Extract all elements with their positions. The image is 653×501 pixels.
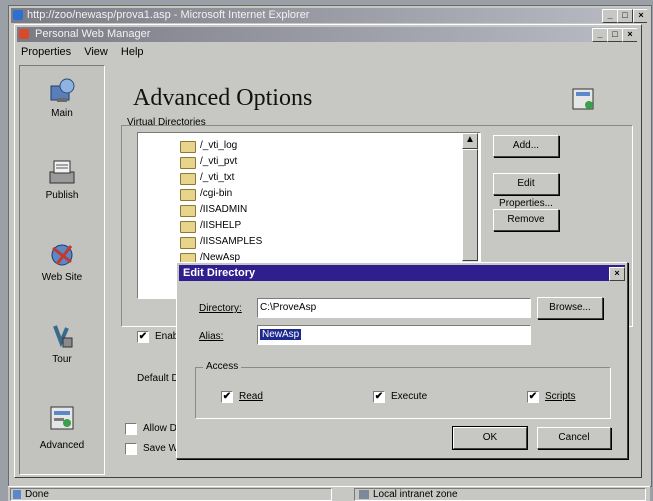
- directory-input-value: C:\ProveAsp: [260, 302, 317, 313]
- read-label: Read: [239, 391, 263, 402]
- save-log-label: Save W: [143, 443, 179, 454]
- execute-label: Execute: [391, 391, 428, 402]
- save-log-checkbox[interactable]: [125, 443, 137, 455]
- add-button-label: Add...: [512, 140, 540, 151]
- folder-icon: [180, 173, 196, 185]
- default-doc-label: Default D: [137, 373, 179, 384]
- browse-button-label: Browse...: [549, 302, 591, 313]
- directory-name: /_vti_log: [200, 140, 238, 151]
- advanced-header-icon: [571, 87, 597, 113]
- alias-input[interactable]: NewAsp: [257, 325, 531, 345]
- menu-view[interactable]: View: [84, 46, 108, 58]
- close-button[interactable]: ×: [633, 9, 647, 23]
- pwm-minimize-button[interactable]: _: [592, 28, 608, 42]
- folder-icon: [180, 141, 196, 153]
- directory-input[interactable]: C:\ProveAsp: [257, 298, 531, 318]
- tour-icon: [47, 322, 77, 350]
- folder-icon: [180, 237, 196, 249]
- sidebar-label-publish: Publish: [45, 190, 79, 201]
- publish-icon: [47, 158, 77, 186]
- access-label: Access: [203, 361, 242, 372]
- page-done-icon: [13, 490, 21, 499]
- enable-checkbox[interactable]: ✔: [137, 331, 149, 343]
- pwm-maximize-button[interactable]: □: [607, 28, 623, 42]
- sidebar: Main Publish Web Site Tour Advanced: [19, 65, 105, 475]
- sidebar-label-main: Main: [51, 108, 73, 119]
- directory-name: /cgi-bin: [200, 188, 233, 199]
- folder-icon: [180, 205, 196, 217]
- directory-name: /IISSAMPLES: [200, 236, 263, 247]
- directory-name: /_vti_pvt: [200, 156, 238, 167]
- scripts-label: Scripts: [545, 391, 576, 402]
- dialog-close-button[interactable]: ×: [609, 267, 625, 281]
- folder-icon: [180, 189, 196, 201]
- advanced-icon: [47, 404, 77, 432]
- scroll-up-button[interactable]: ▲: [462, 133, 478, 149]
- sidebar-label-advanced: Advanced: [39, 440, 85, 451]
- sidebar-item-publish[interactable]: Publish: [24, 156, 100, 218]
- scripts-checkbox[interactable]: ✔: [527, 391, 539, 403]
- remove-button-label: Remove: [507, 214, 545, 225]
- directory-label: Directory:: [199, 303, 242, 314]
- dialog-titlebar: Edit Directory ×: [179, 265, 625, 281]
- sidebar-item-website[interactable]: Web Site: [24, 238, 100, 300]
- allow-browsing-label: Allow Di: [143, 423, 180, 434]
- menu-help[interactable]: Help: [121, 46, 144, 58]
- status-pane-main: Done: [10, 488, 332, 501]
- browse-button[interactable]: Browse...: [537, 297, 603, 319]
- ok-button-label: OK: [482, 432, 498, 443]
- edit-button-label: Edit Properties...: [499, 178, 553, 209]
- cancel-button-label: Cancel: [558, 432, 590, 443]
- pwm-close-button[interactable]: ×: [622, 28, 637, 42]
- ie-logo-icon: [13, 10, 23, 20]
- minimize-button[interactable]: _: [602, 9, 618, 23]
- add-button[interactable]: Add...: [493, 135, 559, 157]
- execute-checkbox[interactable]: ✔: [373, 391, 385, 403]
- cancel-button[interactable]: Cancel: [537, 427, 611, 449]
- page-title: Advanced Options: [133, 85, 313, 111]
- main-icon: [47, 76, 77, 104]
- sidebar-label-website: Web Site: [41, 272, 83, 283]
- sidebar-item-main[interactable]: Main: [24, 74, 100, 136]
- menu-bar: Properties View Help: [21, 45, 154, 59]
- status-bar: Done Local intranet zone: [8, 486, 650, 501]
- directory-name: /_vti_txt: [200, 172, 235, 183]
- folder-icon: [180, 221, 196, 233]
- ok-button[interactable]: OK: [453, 427, 527, 449]
- sidebar-item-advanced[interactable]: Advanced: [24, 402, 100, 468]
- read-checkbox[interactable]: ✔: [221, 391, 233, 403]
- edit-properties-button[interactable]: Edit Properties...: [493, 173, 559, 209]
- folder-icon: [180, 157, 196, 169]
- allow-browsing-checkbox[interactable]: [125, 423, 137, 435]
- ie-titlebar: http://zoo/newasp/prova1.asp - Microsoft…: [11, 8, 647, 23]
- status-pane-zone: Local intranet zone: [354, 488, 646, 501]
- sidebar-label-tour: Tour: [52, 354, 72, 365]
- pwm-titlebar: Personal Web Manager _ □ ×: [17, 27, 637, 42]
- zone-text: Local intranet zone: [373, 489, 458, 500]
- pwm-logo-icon: [19, 29, 29, 39]
- sidebar-item-tour[interactable]: Tour: [24, 320, 100, 382]
- maximize-button[interactable]: □: [617, 9, 633, 23]
- pwm-title-text: Personal Web Manager: [35, 28, 151, 40]
- status-text: Done: [25, 489, 49, 500]
- directory-name: /IISADMIN: [200, 204, 248, 215]
- directory-name: /IISHELP: [200, 220, 242, 231]
- alias-label: Alias:: [199, 331, 224, 342]
- edit-directory-dialog: Edit Directory × Directory: C:\ProveAsp …: [176, 262, 628, 459]
- alias-input-value: NewAsp: [260, 329, 302, 340]
- scroll-thumb[interactable]: [462, 149, 478, 261]
- intranet-zone-icon: [359, 490, 369, 499]
- dialog-title: Edit Directory: [183, 267, 256, 279]
- website-icon: [47, 240, 77, 268]
- remove-button[interactable]: Remove: [493, 209, 559, 231]
- ie-title-text: http://zoo/newasp/prova1.asp - Microsoft…: [27, 9, 310, 21]
- menu-properties[interactable]: Properties: [21, 46, 71, 58]
